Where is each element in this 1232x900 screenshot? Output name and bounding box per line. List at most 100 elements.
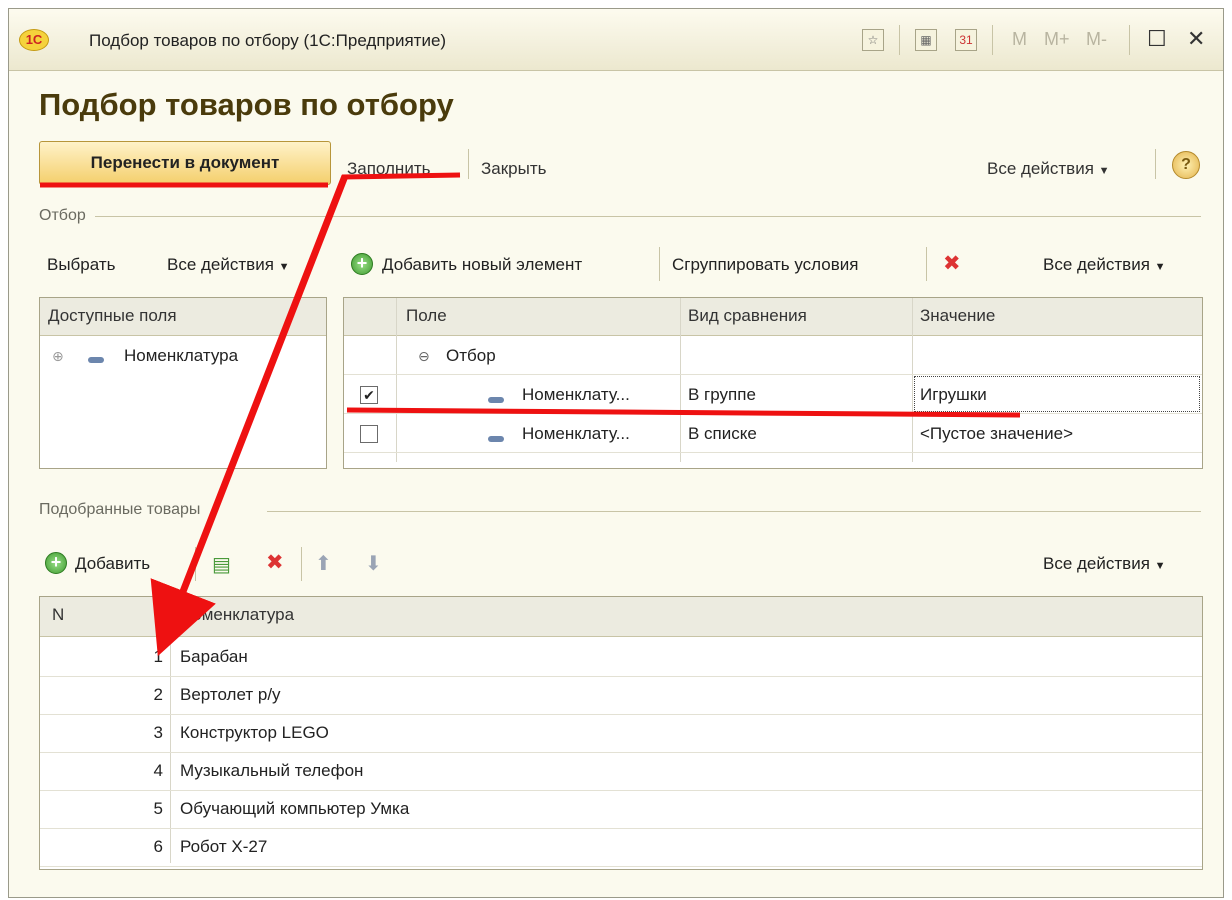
field-icon	[488, 436, 504, 442]
row-divider	[40, 714, 1202, 715]
row-divider	[40, 866, 1202, 867]
nomenclature-cell[interactable]: Робот Х-27	[180, 837, 267, 857]
condition-comparison[interactable]: В группе	[688, 385, 756, 405]
column-header-comparison[interactable]: Вид сравнения	[688, 306, 807, 326]
add-icon[interactable]: +	[45, 552, 67, 574]
memory-minus-button[interactable]: M-	[1086, 29, 1107, 50]
delete-icon[interactable]: ✖	[943, 251, 961, 276]
app-window: 1С Подбор товаров по отбору (1С:Предприя…	[8, 8, 1224, 898]
filter-section-label: Отбор	[39, 207, 86, 224]
column-divider	[396, 298, 397, 462]
condition-value[interactable]: <Пустое значение>	[920, 424, 1073, 444]
nomenclature-cell[interactable]: Вертолет р/у	[180, 685, 281, 705]
row-number: 3	[153, 723, 163, 742]
toolbar-separator	[659, 247, 660, 281]
column-divider	[912, 298, 913, 462]
title-bar: 1С Подбор товаров по отбору (1С:Предприя…	[9, 9, 1223, 71]
group-row-label[interactable]: Отбор	[446, 346, 496, 366]
all-actions-label: Все действия	[1043, 554, 1150, 573]
nomenclature-cell[interactable]: Конструктор LEGO	[180, 723, 329, 743]
delete-icon[interactable]: ✖	[266, 550, 284, 575]
condition-checkbox[interactable]: ✔	[360, 386, 378, 404]
help-icon[interactable]: ?	[1172, 151, 1200, 179]
nomenclature-cell[interactable]: Барабан	[180, 647, 248, 667]
choose-button[interactable]: Выбрать	[47, 255, 115, 275]
row-number: 1	[153, 647, 163, 666]
group-conditions-button[interactable]: Сгруппировать условия	[672, 255, 858, 275]
row-divider	[344, 413, 1202, 414]
condition-comparison[interactable]: В списке	[688, 424, 757, 444]
toolbar-separator	[195, 547, 196, 581]
all-actions-label: Все действия	[1043, 255, 1150, 274]
right-all-actions-menu[interactable]: Все действия ▼	[1043, 255, 1166, 275]
memory-plus-button[interactable]: M+	[1044, 29, 1070, 50]
toolbar-separator	[992, 25, 993, 55]
field-icon	[488, 397, 504, 403]
table-header: Поле Вид сравнения Значение	[344, 298, 1202, 336]
filter-conditions-table[interactable]: Поле Вид сравнения Значение ⊖ Отбор ✔ Но…	[343, 297, 1203, 469]
dropdown-arrow-icon: ▼	[278, 261, 290, 273]
row-divider	[344, 452, 1202, 453]
goods-table[interactable]: N Номенклатура 1 Барабан 2 Вертолет р/у 3 Кон…	[39, 596, 1203, 870]
all-actions-label: Все действия	[167, 255, 274, 274]
goods-all-actions-menu[interactable]: Все действия ▼	[1043, 554, 1166, 574]
goods-section-label: Подобранные товары	[39, 501, 201, 518]
row-number: 6	[153, 837, 163, 856]
expand-icon[interactable]: ⊕	[52, 348, 64, 365]
toolbar-separator	[301, 547, 302, 581]
column-header-n[interactable]: N	[52, 605, 64, 625]
calculator-icon[interactable]: ▦	[915, 29, 937, 51]
condition-field[interactable]: Номенклату...	[522, 385, 630, 405]
transfer-to-document-button[interactable]: Перенести в документ	[39, 141, 331, 185]
dropdown-arrow-icon: ▼	[1098, 165, 1110, 177]
add-new-element-button[interactable]: Добавить новый элемент	[382, 255, 582, 275]
toolbar-separator	[1129, 25, 1130, 55]
table-header: N Номенклатура	[40, 597, 1202, 637]
column-header-nomenclature[interactable]: Номенклатура	[180, 605, 294, 625]
window-title: Подбор товаров по отбору (1С:Предприятие…	[89, 31, 447, 50]
field-icon	[88, 357, 104, 363]
fill-button[interactable]: Заполнить	[347, 159, 430, 179]
move-up-icon[interactable]: ⬆	[315, 551, 332, 576]
toolbar-separator	[926, 247, 927, 281]
column-header-value[interactable]: Значение	[920, 306, 995, 326]
toolbar-separator	[468, 149, 469, 179]
collapse-icon[interactable]: ⊖	[418, 348, 430, 365]
column-divider	[170, 597, 171, 863]
row-divider	[40, 828, 1202, 829]
available-field-item[interactable]: Номенклатура	[124, 346, 238, 366]
maximize-icon[interactable]: ☐	[1147, 25, 1167, 53]
page-title: Подбор товаров по отбору	[39, 87, 454, 122]
section-divider	[95, 216, 1201, 217]
column-divider	[680, 298, 681, 462]
calendar-icon[interactable]: 31	[955, 29, 977, 51]
1c-logo-icon[interactable]: 1С	[19, 29, 49, 51]
add-button[interactable]: Добавить	[75, 554, 150, 574]
row-divider	[344, 374, 1202, 375]
nomenclature-cell[interactable]: Музыкальный телефон	[180, 761, 363, 781]
available-fields-header: Доступные поля	[40, 298, 326, 336]
memory-m-button[interactable]: M	[1012, 29, 1027, 50]
row-divider	[40, 752, 1202, 753]
dropdown-arrow-icon: ▼	[1154, 560, 1166, 572]
copy-icon[interactable]: ▤	[212, 552, 231, 577]
move-down-icon[interactable]: ⬇	[365, 551, 382, 576]
row-number: 5	[153, 799, 163, 818]
left-all-actions-menu[interactable]: Все действия ▼	[167, 255, 290, 275]
condition-value[interactable]: Игрушки	[920, 385, 987, 405]
close-icon[interactable]: ✕	[1187, 25, 1205, 53]
dropdown-arrow-icon: ▼	[1154, 261, 1166, 273]
add-icon[interactable]: +	[351, 253, 373, 275]
column-header-field[interactable]: Поле	[406, 306, 447, 326]
condition-field[interactable]: Номенклату...	[522, 424, 630, 444]
available-fields-panel[interactable]: Доступные поля ⊕ Номенклатура	[39, 297, 327, 469]
all-actions-label: Все действия	[987, 159, 1094, 178]
favorites-icon[interactable]: ☆	[862, 29, 884, 51]
row-number: 4	[153, 761, 163, 780]
nomenclature-cell[interactable]: Обучающий компьютер Умка	[180, 799, 409, 819]
all-actions-menu[interactable]: Все действия ▼	[987, 159, 1110, 179]
row-divider	[40, 676, 1202, 677]
row-number: 2	[153, 685, 163, 704]
close-button[interactable]: Закрыть	[481, 159, 546, 179]
condition-checkbox[interactable]	[360, 425, 378, 443]
